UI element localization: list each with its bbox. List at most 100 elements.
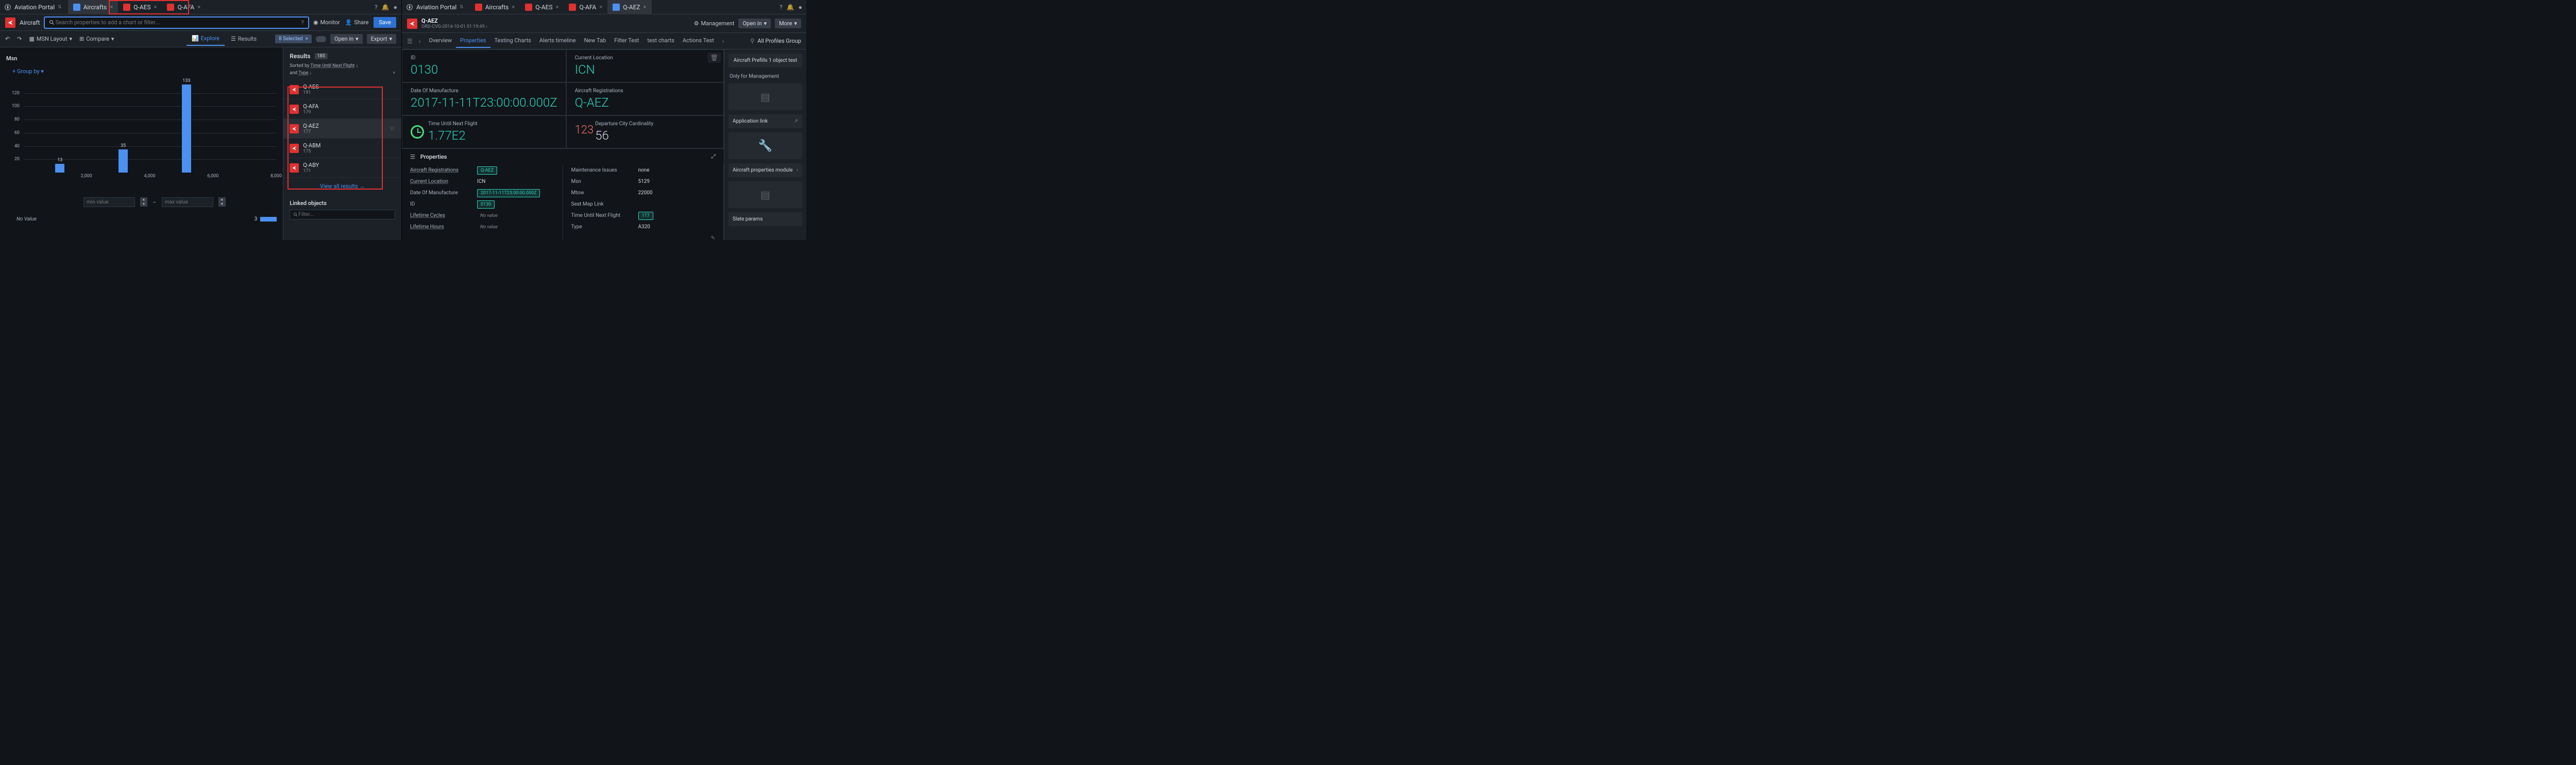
- profiles-group[interactable]: All Profiles Group: [757, 38, 801, 44]
- result-item[interactable]: Q-AES191: [283, 80, 401, 99]
- management-button[interactable]: ⚙ Management: [694, 20, 735, 27]
- stat-card: Current LocationICN: [566, 49, 724, 82]
- close-icon[interactable]: ×: [154, 4, 157, 10]
- nav-tab[interactable]: Filter Test: [610, 34, 643, 48]
- result-item[interactable]: Q-ABM175: [283, 139, 401, 158]
- app-link-card[interactable]: Application link↗: [728, 114, 802, 128]
- close-icon[interactable]: ×: [197, 4, 200, 10]
- menu-icon[interactable]: ☰: [410, 154, 415, 160]
- expand-icon[interactable]: ⤢: [711, 153, 716, 160]
- tab-q-aes[interactable]: Q-AES×: [118, 0, 162, 14]
- property-row[interactable]: Current LocationICN: [402, 176, 563, 187]
- wrench-card[interactable]: 🔧: [728, 132, 802, 159]
- step-up[interactable]: ▴: [218, 197, 226, 202]
- nav-next[interactable]: ›: [720, 38, 726, 45]
- property-row[interactable]: TypeA320: [563, 221, 724, 232]
- close-icon[interactable]: ×: [599, 4, 602, 10]
- open-in-dropdown[interactable]: Open in ▾: [738, 19, 771, 28]
- nav-tab[interactable]: Testing Charts: [490, 34, 535, 48]
- props-module-card[interactable]: Aircraft properties module›: [728, 163, 802, 177]
- step-down[interactable]: ▾: [218, 202, 226, 207]
- search-input[interactable]: ?: [44, 16, 309, 29]
- chevron-icon[interactable]: ⇅: [460, 5, 464, 10]
- tab-q-aez[interactable]: Q-AEZ×: [607, 0, 651, 14]
- property-row[interactable]: Lifetime CyclesNo value: [402, 210, 563, 221]
- property-row[interactable]: ID0130: [402, 198, 563, 210]
- nav-tab[interactable]: New Tab: [580, 34, 611, 48]
- slate-params-card[interactable]: Slate params: [728, 212, 802, 226]
- mgmt-card-1[interactable]: ▤: [728, 83, 802, 110]
- help-icon[interactable]: ?: [779, 4, 783, 11]
- close-icon[interactable]: ×: [110, 4, 113, 10]
- nav-prev[interactable]: ‹: [417, 38, 423, 45]
- filter-input[interactable]: [290, 210, 395, 219]
- nav-tab[interactable]: Actions Test: [679, 34, 718, 48]
- bell-icon[interactable]: 🔔: [382, 4, 389, 11]
- save-button[interactable]: Save: [374, 17, 396, 28]
- step-down[interactable]: ▾: [140, 202, 147, 207]
- group-by-button[interactable]: + Group by ▾: [6, 66, 277, 77]
- open-in-dropdown[interactable]: Open in ▾: [330, 34, 363, 44]
- chevron-right-icon: ›: [796, 167, 798, 173]
- close-icon[interactable]: ×: [643, 4, 647, 10]
- tab-q-afa[interactable]: Q-AFA×: [564, 0, 607, 14]
- nav-tab[interactable]: test charts: [643, 34, 679, 48]
- tab-explore[interactable]: 📊 Explore: [187, 32, 225, 46]
- close-icon[interactable]: ×: [512, 4, 515, 10]
- property-row[interactable]: Time Until Next Flight177: [563, 210, 724, 221]
- tab-aircrafts[interactable]: Aircrafts×: [470, 0, 520, 14]
- property-row[interactable]: Aircraft RegistrationsQ-AEZ: [402, 164, 563, 176]
- property-row[interactable]: Seat Map Link: [563, 198, 724, 210]
- property-row[interactable]: Date Of Manufacture2017-11-11T23:00:00.0…: [402, 187, 563, 198]
- max-value-input[interactable]: [162, 197, 213, 207]
- mgmt-card-3[interactable]: ▤: [728, 181, 802, 208]
- close-icon[interactable]: ×: [556, 4, 559, 10]
- stat-card: Time Until Next Flight1.77E2: [402, 115, 566, 148]
- compare-dropdown[interactable]: ⊞ Compare ▾: [79, 36, 114, 42]
- wrench-icon: 🔧: [758, 140, 772, 152]
- view-all-link[interactable]: View all results →: [283, 178, 401, 195]
- user-icon[interactable]: ●: [394, 4, 397, 11]
- more-dropdown[interactable]: More ▾: [775, 19, 801, 28]
- help-icon[interactable]: ?: [375, 4, 378, 11]
- tab-q-aes[interactable]: Q-AES×: [520, 0, 564, 14]
- user-icon[interactable]: ●: [799, 4, 802, 11]
- msn-chart[interactable]: 20406080100120 1335133 2,0004,0006,0008,…: [6, 80, 277, 193]
- prefills-card[interactable]: Aircraft Prefills 1 object test: [728, 54, 802, 67]
- property-row[interactable]: Lifetime HoursNo value: [402, 221, 563, 232]
- monitor-button[interactable]: ◉ Monitor: [313, 19, 340, 26]
- chevron-icon[interactable]: ⇅: [58, 5, 62, 10]
- result-item[interactable]: Q-ABY171: [283, 158, 401, 178]
- nav-tab[interactable]: Properties: [456, 34, 490, 48]
- close-icon[interactable]: ×: [306, 36, 308, 42]
- search-field[interactable]: [55, 19, 301, 26]
- result-item[interactable]: Q-AFA179: [283, 99, 401, 119]
- export-dropdown[interactable]: Export ▾: [367, 34, 396, 44]
- result-item[interactable]: Q-AEZ177☆: [283, 119, 401, 139]
- help-icon[interactable]: ?: [301, 19, 304, 26]
- property-row[interactable]: Msn5129: [563, 176, 724, 187]
- nav-tab[interactable]: Overview: [425, 34, 456, 48]
- star-icon[interactable]: ☆: [389, 125, 395, 132]
- filter-icon[interactable]: ⚲: [750, 38, 754, 44]
- sort-info[interactable]: Sorted by Time Until Next Flight ↓and Ty…: [283, 63, 401, 80]
- step-up[interactable]: ▴: [140, 197, 147, 202]
- nav-tab[interactable]: Alerts timeline: [535, 34, 580, 48]
- redo-button[interactable]: ↷: [17, 36, 22, 42]
- selected-badge[interactable]: 8 Selected ×: [275, 35, 312, 43]
- min-value-input[interactable]: [83, 197, 135, 207]
- layout-dropdown[interactable]: ▦ MSN Layout ▾: [29, 36, 72, 42]
- share-button[interactable]: 👤 Share: [345, 19, 369, 26]
- menu-icon[interactable]: ☰: [407, 38, 413, 45]
- bell-icon[interactable]: 🔔: [787, 4, 794, 11]
- undo-button[interactable]: ↶: [5, 36, 10, 42]
- toggle[interactable]: [316, 36, 326, 42]
- property-row[interactable]: Maintenance Issuesnone: [563, 164, 724, 176]
- tab-aircrafts[interactable]: Aircrafts×: [68, 0, 118, 14]
- mgmt-heading: Only for Management: [728, 72, 802, 83]
- tab-results[interactable]: ☰ Results: [226, 32, 262, 46]
- edit-icon[interactable]: ✎: [711, 235, 715, 241]
- tab-q-afa[interactable]: Q-AFA×: [162, 0, 206, 14]
- property-row[interactable]: Mtow22000: [563, 187, 724, 198]
- tab-color-icon: [613, 4, 620, 11]
